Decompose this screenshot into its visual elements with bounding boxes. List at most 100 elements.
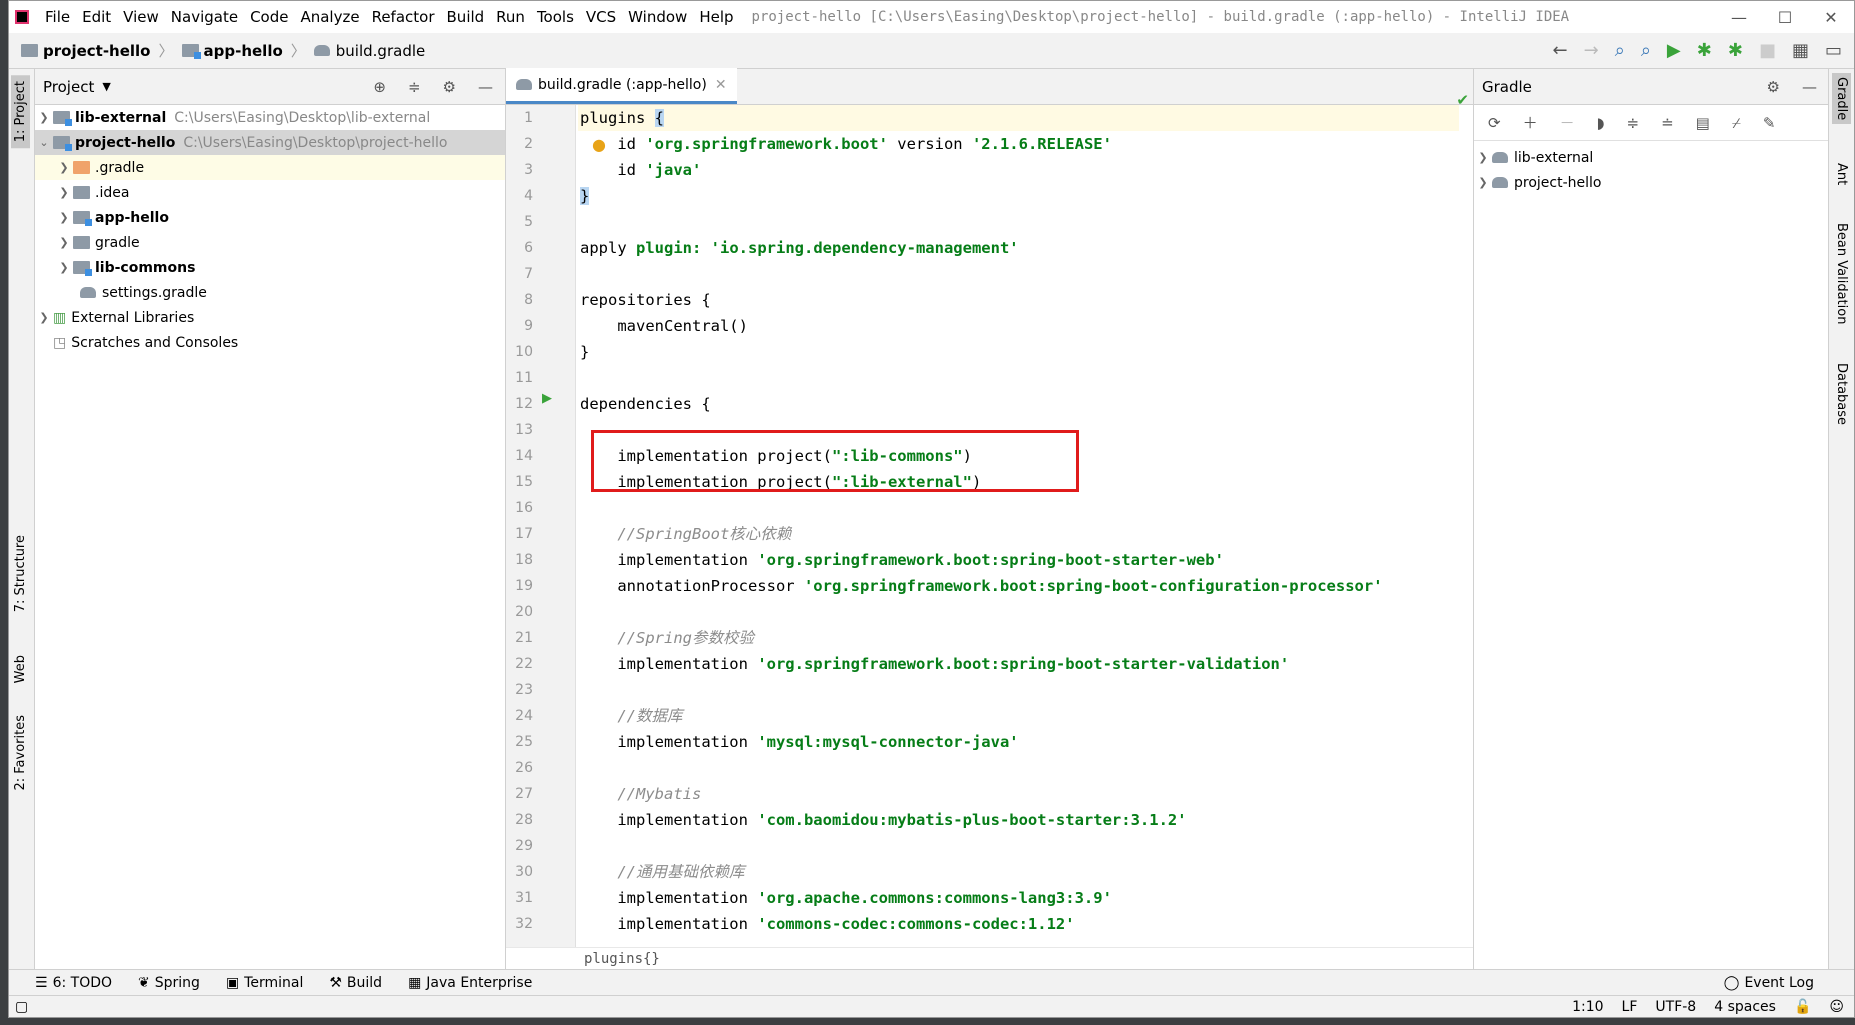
- event-log-button[interactable]: ◯ Event Log: [1724, 975, 1814, 991]
- remove-icon[interactable]: －: [1560, 112, 1575, 133]
- toggle-panels-icon[interactable]: ▢: [15, 999, 28, 1015]
- minimize-icon[interactable]: —: [1716, 8, 1762, 27]
- chevron-right-icon[interactable]: ❯: [35, 311, 53, 324]
- menu-file[interactable]: File: [45, 8, 70, 26]
- tree-item-app-hello[interactable]: ❯ app-hello: [35, 205, 505, 230]
- code-area[interactable]: plugins { id 'org.springframework.boot' …: [578, 105, 1459, 947]
- file-encoding[interactable]: UTF-8: [1655, 999, 1696, 1015]
- chevron-right-icon[interactable]: ❯: [55, 161, 73, 174]
- chevron-right-icon[interactable]: ❯: [55, 186, 73, 199]
- tab-gradle[interactable]: Gradle: [1832, 73, 1851, 125]
- menu-edit[interactable]: Edit: [82, 8, 111, 26]
- lock-icon[interactable]: 🔓: [1794, 999, 1811, 1015]
- indent-setting[interactable]: 4 spaces: [1714, 999, 1776, 1015]
- collapse-all-icon[interactable]: ≑: [408, 78, 421, 96]
- menu-navigate[interactable]: Navigate: [171, 8, 238, 26]
- gradle-item-project-hello[interactable]: ❯ project-hello: [1474, 170, 1829, 195]
- execute-task-icon[interactable]: ◗: [1597, 114, 1605, 132]
- terminal-button[interactable]: ▣ Terminal: [226, 975, 303, 991]
- tab-build-gradle[interactable]: build.gradle (:app-hello) ✕: [506, 68, 737, 104]
- tree-item-project-hello[interactable]: ⌄ project-hello C:\Users\Easing\Desktop\…: [35, 130, 505, 155]
- run-gutter-icon[interactable]: ▶: [542, 391, 552, 406]
- build-button[interactable]: ⚒ Build: [329, 975, 382, 991]
- tree-item-settings-gradle[interactable]: settings.gradle: [35, 280, 505, 305]
- forward-icon[interactable]: →: [1584, 40, 1599, 61]
- tab-bean-validation[interactable]: Bean Validation: [1832, 219, 1851, 328]
- chevron-right-icon[interactable]: ❯: [55, 211, 73, 224]
- menu-build[interactable]: Build: [447, 8, 485, 26]
- menu-vcs[interactable]: VCS: [586, 8, 616, 26]
- maximize-icon[interactable]: ☐: [1762, 8, 1808, 27]
- todo-button[interactable]: ☰ 6: TODO: [35, 975, 112, 991]
- chevron-down-icon[interactable]: ▼: [102, 80, 110, 93]
- chevron-right-icon[interactable]: ❯: [35, 111, 53, 124]
- offline-mode-icon[interactable]: ⌿: [1732, 114, 1741, 132]
- project-structure-icon[interactable]: ▦: [1792, 40, 1809, 61]
- line-number: 9: [524, 318, 533, 334]
- search-icon[interactable]: ⌕: [1615, 40, 1625, 61]
- code-token: implementation: [580, 915, 758, 933]
- wrench-icon[interactable]: ✎: [1763, 114, 1776, 132]
- presentation-icon[interactable]: ▭: [1825, 40, 1842, 61]
- tree-item-gradle-dir[interactable]: ❯ .gradle: [35, 155, 505, 180]
- caret-position[interactable]: 1:10: [1572, 999, 1603, 1015]
- locate-icon[interactable]: ⊕: [373, 78, 386, 96]
- tab-web[interactable]: Web: [11, 649, 30, 689]
- project-view-selector[interactable]: Project: [43, 78, 94, 96]
- tree-item-lib-external[interactable]: ❯ lib-external C:\Users\Easing\Desktop\l…: [35, 105, 505, 130]
- add-icon[interactable]: ＋: [1523, 112, 1538, 133]
- group-modules-icon[interactable]: ▤: [1696, 114, 1710, 132]
- back-icon[interactable]: ←: [1553, 40, 1568, 61]
- tree-item-idea[interactable]: ❯ .idea: [35, 180, 505, 205]
- breadcrumb-module[interactable]: app-hello: [204, 42, 283, 60]
- folder-icon: [21, 44, 38, 57]
- debug-icon[interactable]: ✱: [1697, 40, 1712, 61]
- java-enterprise-button[interactable]: ▦ Java Enterprise: [408, 975, 532, 991]
- menu-analyze[interactable]: Analyze: [300, 8, 359, 26]
- chevron-right-icon[interactable]: ❯: [55, 236, 73, 249]
- editor-breadcrumb[interactable]: plugins{}: [506, 947, 1473, 969]
- tree-item-external-libraries[interactable]: ❯ ▥ External Libraries: [35, 305, 505, 330]
- tab-project[interactable]: 1: Project: [11, 75, 30, 149]
- line-number: 14: [515, 448, 533, 464]
- chevron-down-icon[interactable]: ⌄: [35, 136, 53, 149]
- line-number: 7: [524, 266, 533, 282]
- menu-view[interactable]: View: [123, 8, 159, 26]
- chevron-right-icon[interactable]: ❯: [55, 261, 73, 274]
- run-icon[interactable]: ▶: [1667, 40, 1681, 61]
- line-number: 23: [515, 682, 533, 698]
- close-tab-icon[interactable]: ✕: [715, 77, 727, 93]
- tab-database[interactable]: Database: [1832, 359, 1851, 429]
- menu-code[interactable]: Code: [250, 8, 288, 26]
- search-replace-icon[interactable]: ⌕: [1641, 40, 1651, 61]
- gear-icon[interactable]: ⚙: [1767, 78, 1780, 96]
- tree-item-lib-commons[interactable]: ❯ lib-commons: [35, 255, 505, 280]
- gradle-item-lib-external[interactable]: ❯ lib-external: [1474, 145, 1829, 170]
- menu-run[interactable]: Run: [496, 8, 525, 26]
- tab-ant[interactable]: Ant: [1832, 159, 1851, 189]
- tab-favorites[interactable]: 2: Favorites: [11, 709, 30, 797]
- hide-icon[interactable]: —: [1802, 78, 1817, 96]
- tree-item-gradle[interactable]: ❯ gradle: [35, 230, 505, 255]
- stop-icon[interactable]: ■: [1759, 40, 1776, 61]
- inspector-icon[interactable]: ☺: [1829, 999, 1844, 1015]
- coverage-icon[interactable]: ✱: [1728, 40, 1743, 61]
- menu-help[interactable]: Help: [699, 8, 733, 26]
- menu-window[interactable]: Window: [628, 8, 687, 26]
- hide-icon[interactable]: —: [478, 78, 493, 96]
- chevron-right-icon[interactable]: ❯: [1474, 151, 1492, 164]
- collapse-all-icon[interactable]: ≐: [1661, 114, 1674, 132]
- menu-refactor[interactable]: Refactor: [372, 8, 435, 26]
- chevron-right-icon[interactable]: ❯: [1474, 176, 1492, 189]
- menu-tools[interactable]: Tools: [537, 8, 574, 26]
- breadcrumb-project[interactable]: project-hello: [43, 42, 150, 60]
- line-separator[interactable]: LF: [1622, 999, 1638, 1015]
- tree-item-scratches[interactable]: ◳ Scratches and Consoles: [35, 330, 505, 355]
- close-icon[interactable]: ✕: [1808, 8, 1854, 27]
- expand-all-icon[interactable]: ≑: [1627, 114, 1640, 132]
- refresh-icon[interactable]: ⟳: [1488, 114, 1501, 132]
- breadcrumb-file[interactable]: build.gradle: [336, 42, 425, 60]
- spring-button[interactable]: ❦ Spring: [138, 975, 200, 991]
- tab-structure[interactable]: 7: Structure: [11, 529, 30, 618]
- gear-icon[interactable]: ⚙: [443, 78, 456, 96]
